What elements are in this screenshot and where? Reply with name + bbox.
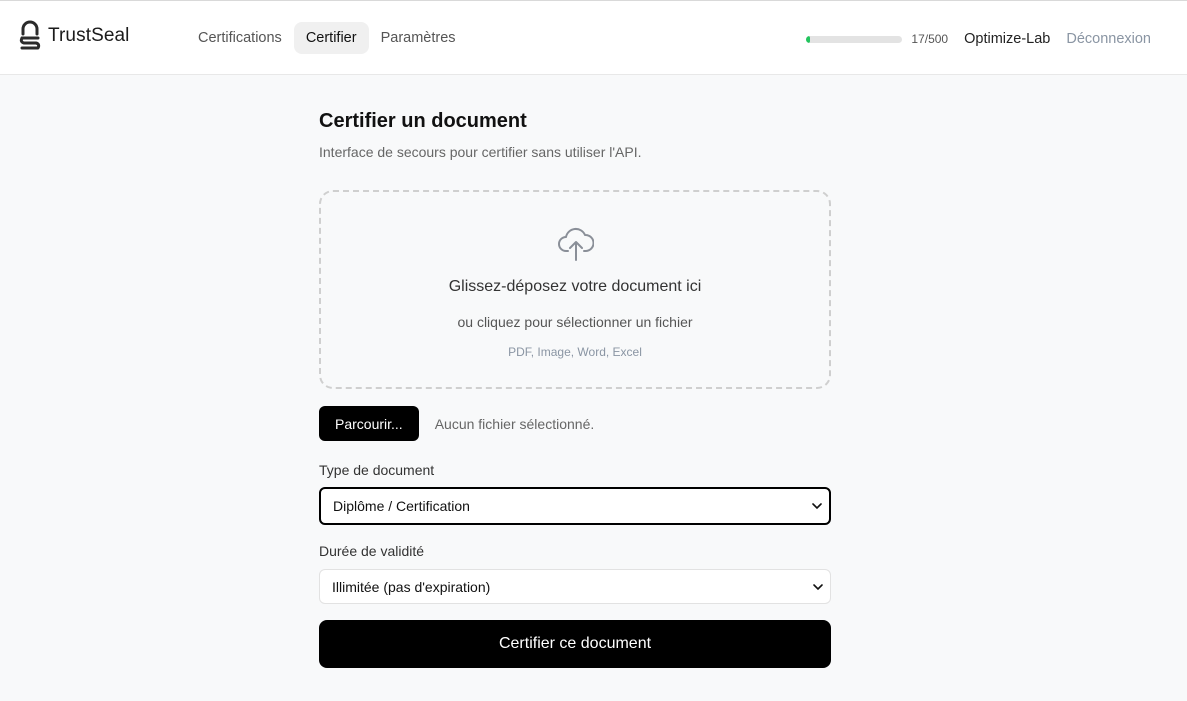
cloud-upload-icon	[558, 227, 594, 261]
logout-link[interactable]: Déconnexion	[1066, 31, 1151, 47]
tab-parametres[interactable]: Paramètres	[369, 22, 468, 54]
tab-certifier[interactable]: Certifier	[293, 22, 369, 54]
brand-name: TrustSeal	[48, 25, 130, 46]
organization-name: Optimize-Lab	[964, 31, 1051, 47]
top-navbar: TrustSeal Certifications Certifier Param…	[0, 1, 1187, 75]
certify-form: Certifier un document Interface de secou…	[319, 110, 831, 668]
validity-value: Illimitée (pas d'expiration)	[332, 578, 491, 595]
certify-submit-button[interactable]: Certifier ce document	[319, 620, 831, 668]
browse-button[interactable]: Parcourir...	[319, 406, 419, 441]
validity-label: Durée de validité	[319, 543, 425, 559]
document-type-value: Diplôme / Certification	[333, 498, 470, 514]
dropzone-subtitle: ou cliquez pour sélectionner un fichier	[457, 314, 693, 330]
quota-text: 17/500	[911, 32, 949, 46]
file-dropzone[interactable]: Glissez-déposez votre document ici ou cl…	[319, 190, 831, 389]
tab-certifications[interactable]: Certifications	[186, 22, 294, 54]
validity-select[interactable]: Illimitée (pas d'expiration)	[319, 569, 831, 604]
quota-progress-fill	[806, 35, 810, 43]
dropzone-formats: PDF, Image, Word, Excel	[508, 345, 642, 359]
file-status: Aucun fichier sélectionné.	[434, 415, 595, 432]
file-input-row: Parcourir... Aucun fichier sélectionné.	[319, 406, 831, 441]
page-subtitle: Interface de secours pour certifier sans…	[319, 144, 642, 160]
quota-progress-bar	[806, 35, 903, 43]
document-type-select[interactable]: Diplôme / Certification	[319, 487, 831, 525]
dropzone-title: Glissez-déposez votre document ici	[448, 278, 702, 295]
chevron-down-icon	[811, 499, 823, 513]
chevron-down-icon	[812, 580, 824, 594]
brand-logo[interactable]: TrustSeal	[18, 20, 130, 52]
main-nav: Certifications Certifier Paramètres	[186, 22, 468, 54]
account-area: 17/500 Optimize-Lab Déconnexion	[806, 31, 1151, 47]
lock-icon	[19, 20, 41, 50]
document-type-label: Type de document	[319, 462, 435, 478]
page-title: Certifier un document	[319, 110, 527, 132]
